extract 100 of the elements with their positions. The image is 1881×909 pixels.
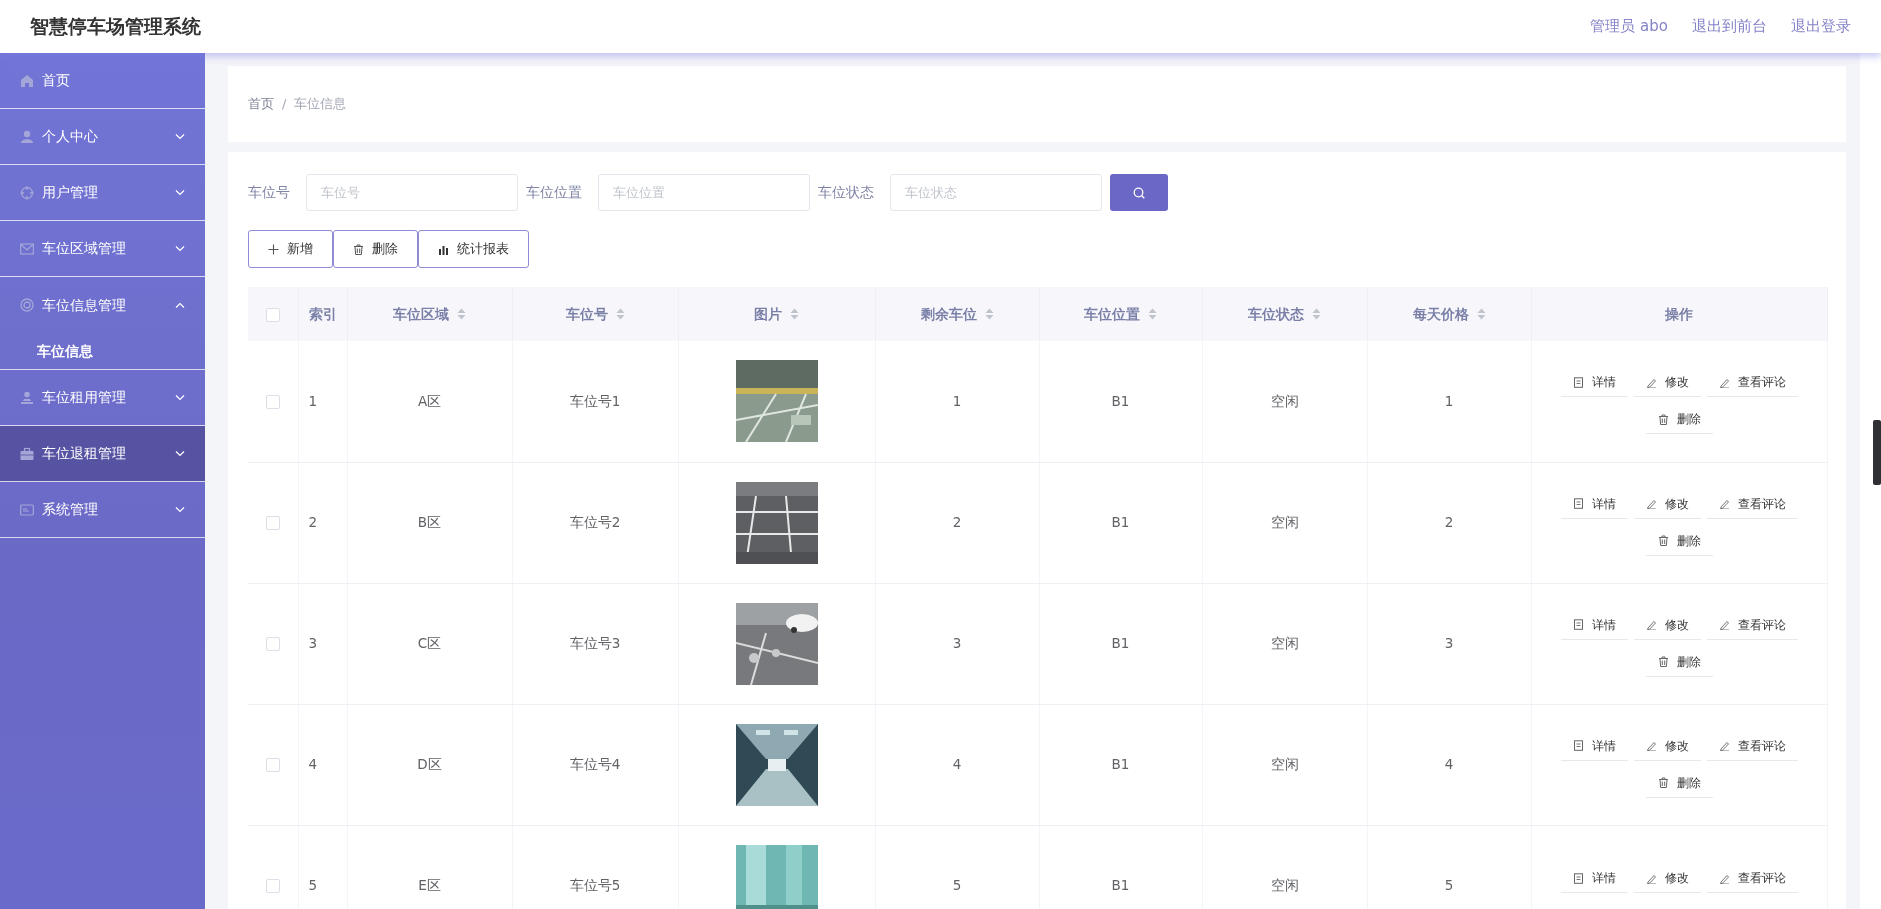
chevron-down-icon xyxy=(175,506,185,513)
column-header[interactable]: 车位状态 xyxy=(1248,303,1304,325)
toolbar-button[interactable]: 统计报表 xyxy=(418,230,529,268)
pencil-icon xyxy=(1718,619,1730,630)
table-cell: B1 xyxy=(1111,877,1130,894)
sort-icon xyxy=(1476,308,1486,320)
stamp-icon xyxy=(20,390,34,405)
column-header[interactable]: 车位位置 xyxy=(1084,303,1140,325)
chevron-down-icon xyxy=(175,245,185,252)
document-icon xyxy=(1572,376,1584,388)
sort-icon xyxy=(790,308,799,320)
table-cell: 2 xyxy=(308,514,318,531)
submenu-item[interactable]: 车位信息 xyxy=(0,333,205,369)
column-header[interactable]: 车位区域 xyxy=(393,303,449,325)
table-cell: D区 xyxy=(417,756,442,773)
pencil-icon xyxy=(1645,498,1657,509)
table-cell: 2 xyxy=(1444,514,1454,531)
pencil-icon xyxy=(1645,619,1657,630)
pencil-icon xyxy=(1718,872,1730,884)
sidebar-item[interactable]: 个人中心 xyxy=(0,109,205,165)
table-cell: 车位号5 xyxy=(569,877,621,894)
plus-icon xyxy=(268,243,279,255)
column-header[interactable]: 剩余车位 xyxy=(920,303,977,325)
sidebar-item[interactable]: 系统管理 xyxy=(0,482,205,538)
scrollbar-thumb[interactable] xyxy=(1873,420,1881,485)
sidebar-item[interactable]: 车位区域管理 xyxy=(0,221,205,277)
table-cell: 车位号1 xyxy=(569,393,621,410)
table-cell: B1 xyxy=(1111,756,1130,773)
table-cell: 3 xyxy=(1444,635,1454,652)
table-cell: 空闲 xyxy=(1270,756,1299,773)
field-label: 车位位置 xyxy=(526,183,582,203)
pencil-icon xyxy=(1645,740,1657,751)
chevron-down-icon xyxy=(175,394,185,401)
header-link[interactable]: 退出登录 xyxy=(1791,15,1851,38)
row-checkbox[interactable] xyxy=(265,516,280,531)
table-cell: 4 xyxy=(1444,756,1454,773)
toolbar-button[interactable]: 删除 xyxy=(333,230,418,268)
table-cell: 4 xyxy=(952,756,962,773)
pencil-icon xyxy=(1718,740,1730,751)
row-checkbox[interactable] xyxy=(265,758,280,773)
table-cell: 车位号2 xyxy=(569,514,621,531)
search-icon xyxy=(1133,186,1145,199)
crosshair-icon xyxy=(20,185,34,200)
breadcrumb-item[interactable]: 首页 xyxy=(248,94,274,114)
document-icon xyxy=(1572,872,1584,884)
table-cell: 1 xyxy=(1444,393,1454,410)
column-header[interactable]: 每天价格 xyxy=(1412,303,1469,325)
table-cell: B1 xyxy=(1111,514,1130,531)
select-all-checkbox[interactable] xyxy=(265,307,280,322)
column-header[interactable]: 操作 xyxy=(1665,303,1693,325)
table-cell: B区 xyxy=(417,514,442,531)
sidebar-item[interactable]: 首页 xyxy=(0,53,205,109)
breadcrumb-separator: / xyxy=(282,95,287,114)
document-icon xyxy=(1572,498,1584,509)
table-cell: 空闲 xyxy=(1270,877,1299,894)
header-link[interactable]: 管理员 abo xyxy=(1590,15,1668,38)
table-cell: 5 xyxy=(952,877,962,894)
table-cell: 1 xyxy=(952,393,962,410)
sidebar-item[interactable]: 车位退租管理 xyxy=(0,426,205,482)
table-cell: 车位号3 xyxy=(569,635,621,652)
document-icon xyxy=(1572,619,1584,630)
document-icon xyxy=(1572,740,1584,751)
envelope-icon xyxy=(20,241,34,256)
table-cell: C区 xyxy=(417,635,442,652)
sidebar-item[interactable]: 车位信息管理 xyxy=(0,277,205,333)
breadcrumb-item: 车位信息 xyxy=(294,95,347,114)
trash-icon xyxy=(1657,777,1669,788)
search-field[interactable]: 车位位置 xyxy=(598,174,810,211)
card-icon xyxy=(20,502,34,517)
table-cell: 空闲 xyxy=(1270,393,1299,410)
table-cell: 3 xyxy=(308,635,318,652)
table-cell: 空闲 xyxy=(1270,514,1299,531)
chevron-up-icon xyxy=(175,302,185,308)
search-button[interactable] xyxy=(1110,174,1168,211)
table-cell: 3 xyxy=(952,635,962,652)
chevron-down-icon xyxy=(175,133,185,140)
column-header[interactable]: 图片 xyxy=(754,303,782,325)
table-cell: 4 xyxy=(308,756,318,773)
header-link[interactable]: 退出到前台 xyxy=(1692,15,1767,38)
row-checkbox[interactable] xyxy=(265,879,280,894)
sort-icon xyxy=(615,308,625,320)
row-checkbox[interactable] xyxy=(265,637,280,652)
pencil-icon xyxy=(1718,498,1730,509)
pencil-icon xyxy=(1645,872,1657,884)
field-label: 车位号 xyxy=(248,183,290,203)
sidebar-item[interactable]: 用户管理 xyxy=(0,165,205,221)
pencil-icon xyxy=(1718,376,1730,388)
table-cell: 2 xyxy=(952,514,962,531)
table-cell: B1 xyxy=(1111,635,1130,652)
home-icon xyxy=(20,73,34,88)
user-icon xyxy=(20,129,34,144)
table-cell: 空闲 xyxy=(1270,635,1299,652)
scrollbar[interactable] xyxy=(1860,53,1881,909)
column-header[interactable]: 索引 xyxy=(308,303,337,325)
search-field[interactable]: 车位号 xyxy=(306,174,518,211)
row-checkbox[interactable] xyxy=(265,395,280,410)
toolbar-button[interactable]: 新增 xyxy=(248,230,333,268)
search-field[interactable]: 车位状态 xyxy=(890,174,1102,211)
column-header[interactable]: 车位号 xyxy=(565,303,608,325)
chevron-down-icon xyxy=(175,450,185,457)
